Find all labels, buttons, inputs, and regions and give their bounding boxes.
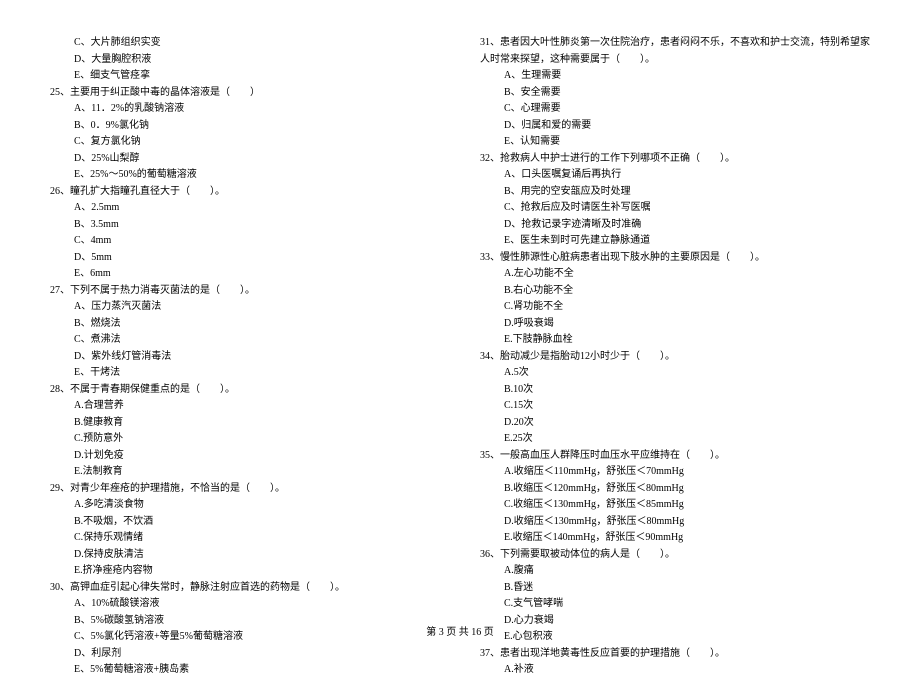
question-line: 37、患者出现洋地黄毒性反应首要的护理措施（ ）。 [480, 646, 870, 663]
option-line: E、干烤法 [50, 365, 440, 382]
option-line: C.支气管哮喘 [480, 596, 870, 613]
question-line: 32、抢救病人中护士进行的工作下列哪项不正确（ ）。 [480, 151, 870, 168]
option-line: A.腹痛 [480, 563, 870, 580]
option-line: B.健康教育 [50, 415, 440, 432]
option-line: C、大片肺组织实变 [50, 35, 440, 52]
option-line: C.收缩压＜130mmHg，舒张压＜85mmHg [480, 497, 870, 514]
option-line: D.保持皮肤清洁 [50, 547, 440, 564]
option-line: B、3.5mm [50, 217, 440, 234]
option-line: B.收缩压＜120mmHg，舒张压＜80mmHg [480, 481, 870, 498]
option-line: D、紫外线灯管消毒法 [50, 349, 440, 366]
question-line: 35、一般高血压人群降压时血压水平应维持在（ ）。 [480, 448, 870, 465]
right-column: 31、患者因大叶性肺炎第一次住院治疗，患者闷闷不乐，不喜欢和护士交流，特别希望家… [480, 35, 870, 679]
question-line: 34、胎动减少是指胎动12小时少于（ ）。 [480, 349, 870, 366]
option-line: B.不吸烟，不饮酒 [50, 514, 440, 531]
option-line: E.25次 [480, 431, 870, 448]
question-line: 36、下列需要取被动体位的病人是（ ）。 [480, 547, 870, 564]
option-line: D、25%山梨醇 [50, 151, 440, 168]
option-line: C、4mm [50, 233, 440, 250]
option-line: E、细支气管痉挛 [50, 68, 440, 85]
option-line: E.法制教育 [50, 464, 440, 481]
option-line: E、25%～50%的葡萄糖溶液 [50, 167, 440, 184]
option-line: C、抢救后应及时请医生补写医嘱 [480, 200, 870, 217]
option-line: A、10%硫酸镁溶液 [50, 596, 440, 613]
question-line: 26、瞳孔扩大指瞳孔直径大于（ ）。 [50, 184, 440, 201]
option-line: A.收缩压＜110mmHg，舒张压＜70mmHg [480, 464, 870, 481]
option-line: C.15次 [480, 398, 870, 415]
option-line: A、生理需要 [480, 68, 870, 85]
option-line: C.预防意外 [50, 431, 440, 448]
option-line: A、11．2%的乳酸钠溶液 [50, 101, 440, 118]
option-line: A.左心功能不全 [480, 266, 870, 283]
option-line: A.多吃清淡食物 [50, 497, 440, 514]
question-line: 25、主要用于纠正酸中毒的晶体溶液是（ ） [50, 85, 440, 102]
question-line: 27、下列不属于热力消毒灭菌法的是（ ）。 [50, 283, 440, 300]
left-column: C、大片肺组织实变D、大量胸腔积液E、细支气管痉挛25、主要用于纠正酸中毒的晶体… [50, 35, 440, 679]
option-line: B、安全需要 [480, 85, 870, 102]
option-line: C、心理需要 [480, 101, 870, 118]
option-line: C、煮沸法 [50, 332, 440, 349]
option-line: A、口头医嘱复诵后再执行 [480, 167, 870, 184]
option-line: A.5次 [480, 365, 870, 382]
question-line: 28、不属于青春期保健重点的是（ ）。 [50, 382, 440, 399]
option-line: A、压力蒸汽灭菌法 [50, 299, 440, 316]
option-line: C.保持乐观情绪 [50, 530, 440, 547]
option-line: B.右心功能不全 [480, 283, 870, 300]
option-line: E、医生未到时可先建立静脉通道 [480, 233, 870, 250]
option-line: E、6mm [50, 266, 440, 283]
option-line: A、2.5mm [50, 200, 440, 217]
option-line: E.收缩压＜140mmHg，舒张压＜90mmHg [480, 530, 870, 547]
option-line: A.合理营养 [50, 398, 440, 415]
option-line: C.肾功能不全 [480, 299, 870, 316]
question-line: 30、高钾血症引起心律失常时，静脉注射应首选的药物是（ ）。 [50, 580, 440, 597]
option-line: E、认知需要 [480, 134, 870, 151]
option-line: D.计划免疫 [50, 448, 440, 465]
option-line: D、抢救记录字迹清晰及时准确 [480, 217, 870, 234]
option-line: B.昏迷 [480, 580, 870, 597]
question-line: 29、对青少年痤疮的护理措施，不恰当的是（ ）。 [50, 481, 440, 498]
page-footer: 第 3 页 共 16 页 [0, 623, 920, 638]
option-line: B、用完的空安瓿应及时处理 [480, 184, 870, 201]
option-line: E、5%葡萄糖溶液+胰岛素 [50, 662, 440, 679]
question-line: 33、慢性肺源性心脏病患者出现下肢水肿的主要原因是（ ）。 [480, 250, 870, 267]
option-line: D.20次 [480, 415, 870, 432]
option-line: D、大量胸腔积液 [50, 52, 440, 69]
option-line: B、0．9%氯化钠 [50, 118, 440, 135]
option-line: B、燃烧法 [50, 316, 440, 333]
option-line: D.呼吸衰竭 [480, 316, 870, 333]
option-line: D、利尿剂 [50, 646, 440, 663]
option-line: A.补液 [480, 662, 870, 679]
option-line: D.收缩压＜130mmHg，舒张压＜80mmHg [480, 514, 870, 531]
page-content: C、大片肺组织实变D、大量胸腔积液E、细支气管痉挛25、主要用于纠正酸中毒的晶体… [50, 35, 870, 679]
option-line: B.10次 [480, 382, 870, 399]
option-line: D、归属和爱的需要 [480, 118, 870, 135]
question-line: 31、患者因大叶性肺炎第一次住院治疗，患者闷闷不乐，不喜欢和护士交流，特别希望家… [480, 35, 870, 68]
option-line: D、5mm [50, 250, 440, 267]
option-line: E.下肢静脉血栓 [480, 332, 870, 349]
option-line: E.挤净痤疮内容物 [50, 563, 440, 580]
option-line: C、复方氯化钠 [50, 134, 440, 151]
